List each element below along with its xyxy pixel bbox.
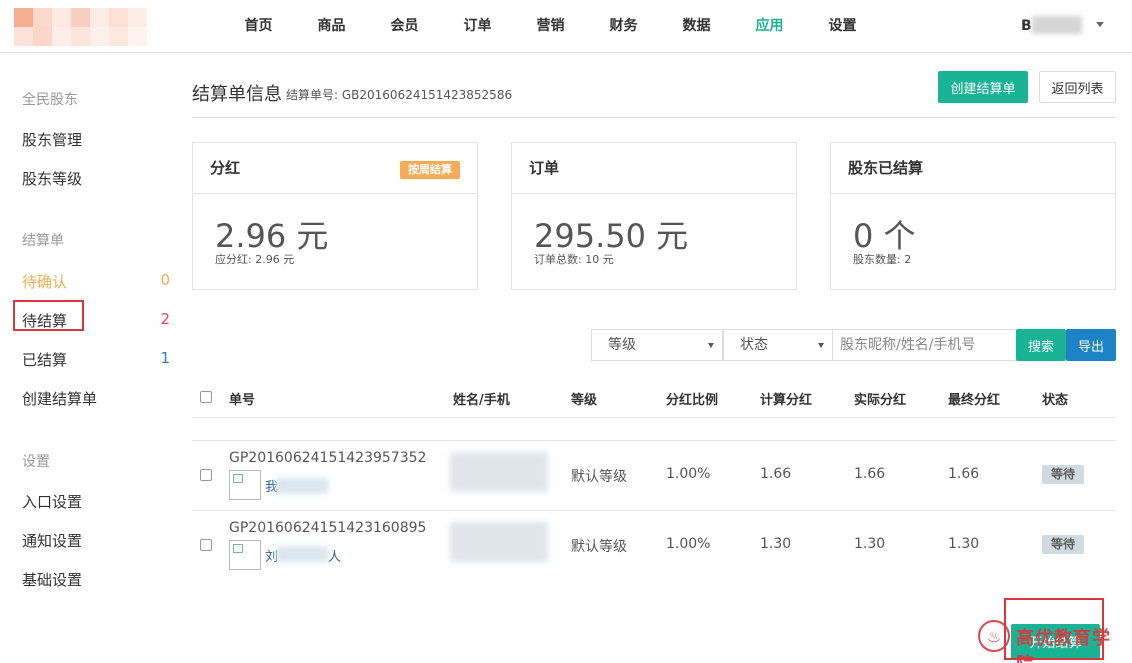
nav-apps[interactable]: 应用: [733, 0, 806, 53]
row-final-dividend: 1.30: [948, 536, 980, 552]
sidebar-item-entry-settings[interactable]: 入口设置: [22, 491, 170, 512]
phone-blurred: [450, 522, 548, 562]
sidebar-item-to-confirm[interactable]: 待确认 0: [22, 271, 170, 292]
sidebar-item-shareholder-level[interactable]: 股东等级: [22, 168, 170, 189]
count-badge: 0: [160, 271, 170, 289]
nav-goods[interactable]: 商品: [295, 0, 368, 53]
row-actual-dividend: 1.66: [854, 466, 886, 482]
sidebar-group-title-settlement: 结算单: [22, 233, 64, 249]
member-name-tail: 人: [328, 550, 342, 565]
count-badge: 1: [160, 349, 170, 367]
row-calc-dividend: 1.30: [760, 536, 792, 552]
page-title: 结算单信息: [192, 84, 282, 105]
row-ratio: 1.00%: [666, 536, 711, 552]
brand-logo[interactable]: [14, 8, 166, 46]
status-badge: 等待: [1042, 465, 1084, 484]
user-menu[interactable]: B: [1021, 0, 1032, 53]
nav-home[interactable]: 首页: [222, 0, 295, 53]
top-navbar: 首页 商品 会员 订单 营销 财务 数据 应用 设置 B: [0, 0, 1132, 53]
card-title: 股东已结算: [848, 159, 924, 177]
select-all-checkbox[interactable]: [200, 391, 212, 403]
sidebar-item-shareholder-manage[interactable]: 股东管理: [22, 129, 170, 150]
nav-members[interactable]: 会员: [368, 0, 441, 53]
card-subtext: 股东数量: 2: [853, 253, 912, 266]
nav-marketing[interactable]: 营销: [514, 0, 587, 53]
search-input[interactable]: 股东昵称/姓名/手机号: [832, 329, 1017, 361]
caret-down-icon: [708, 343, 714, 348]
row-actual-dividend: 1.30: [854, 536, 886, 552]
avatar: [229, 540, 261, 570]
sidebar-item-settled[interactable]: 已结算 1: [22, 349, 170, 370]
dividend-card: 分红 按周结算 2.96 元 应分红: 2.96 元: [192, 142, 478, 290]
count-badge: 2: [160, 310, 170, 328]
sidebar-group-title-settings: 设置: [22, 454, 50, 470]
export-button[interactable]: 导出: [1066, 329, 1116, 361]
image-icon: [233, 544, 243, 553]
row-checkbox[interactable]: [200, 469, 212, 481]
status-badge: 等待: [1042, 535, 1084, 554]
settlement-number: 结算单号: GB20160624151423852586: [286, 88, 513, 102]
user-name-blurred: [1032, 16, 1082, 34]
status-select[interactable]: 状态: [723, 329, 833, 361]
column-header-final: 最终分红: [948, 393, 1001, 408]
back-to-list-button[interactable]: 返回列表: [1039, 71, 1116, 103]
divider: [192, 417, 1116, 418]
sidebar-item-notify-settings[interactable]: 通知设置: [22, 530, 170, 551]
settled-shareholders-card: 股东已结算 0 个 股东数量: 2: [830, 142, 1116, 290]
row-level: 默认等级: [571, 469, 627, 485]
name-blurred: [276, 478, 328, 494]
card-title: 分红: [210, 159, 241, 177]
column-header-ratio: 分红比例: [666, 393, 719, 408]
column-header-level: 等级: [571, 393, 598, 408]
orders-card: 订单 295.50 元 订单总数: 10 元: [511, 142, 797, 290]
sidebar-group-title-shareholders: 全民股东: [22, 92, 78, 108]
row-final-dividend: 1.66: [948, 466, 980, 482]
row-level: 默认等级: [571, 539, 627, 555]
chevron-down-icon[interactable]: [1096, 22, 1104, 27]
app-root: 首页 商品 会员 订单 营销 财务 数据 应用 设置 B 全民股东 股东管理 股…: [0, 0, 1132, 663]
sidebar-item-create-settlement[interactable]: 创建结算单: [22, 388, 170, 409]
highlight-box: [13, 300, 84, 331]
sidebar-item-label: 待确认: [22, 273, 68, 291]
column-header-actual: 实际分红: [854, 393, 907, 408]
divider: [192, 440, 1116, 441]
column-header-status: 状态: [1042, 393, 1069, 408]
column-header-id: 单号: [229, 393, 256, 408]
sidebar-item-label: 已结算: [22, 351, 68, 369]
column-header-calc: 计算分红: [760, 393, 813, 408]
create-settlement-button[interactable]: 创建结算单: [938, 71, 1028, 103]
image-icon: [233, 474, 243, 483]
nav-settings[interactable]: 设置: [806, 0, 879, 53]
row-ratio: 1.00%: [666, 466, 711, 482]
nav-data[interactable]: 数据: [660, 0, 733, 53]
nav-finance[interactable]: 财务: [587, 0, 660, 53]
row-calc-dividend: 1.66: [760, 466, 792, 482]
weekly-badge: 按周结算: [400, 161, 460, 179]
search-button[interactable]: 搜索: [1016, 329, 1066, 361]
card-subtext: 应分红: 2.96 元: [215, 253, 295, 266]
main-nav: 首页 商品 会员 订单 营销 财务 数据 应用 设置: [222, 0, 879, 53]
row-order-id[interactable]: GP20160624151423160895: [229, 520, 426, 536]
divider: [192, 510, 1116, 511]
nav-orders[interactable]: 订单: [441, 0, 514, 53]
highlight-box: [1004, 598, 1104, 660]
avatar: [229, 470, 261, 500]
sidebar-item-basic-settings[interactable]: 基础设置: [22, 569, 170, 590]
level-select[interactable]: 等级: [591, 329, 723, 361]
name-blurred: [276, 546, 328, 562]
row-checkbox[interactable]: [200, 539, 212, 551]
column-header-name: 姓名/手机: [453, 393, 510, 408]
card-title: 订单: [529, 159, 560, 177]
caret-down-icon: [818, 343, 824, 348]
divider: [192, 117, 1116, 118]
card-subtext: 订单总数: 10 元: [534, 253, 614, 266]
phone-blurred: [450, 452, 548, 492]
row-order-id[interactable]: GP20160624151423957352: [229, 450, 426, 466]
